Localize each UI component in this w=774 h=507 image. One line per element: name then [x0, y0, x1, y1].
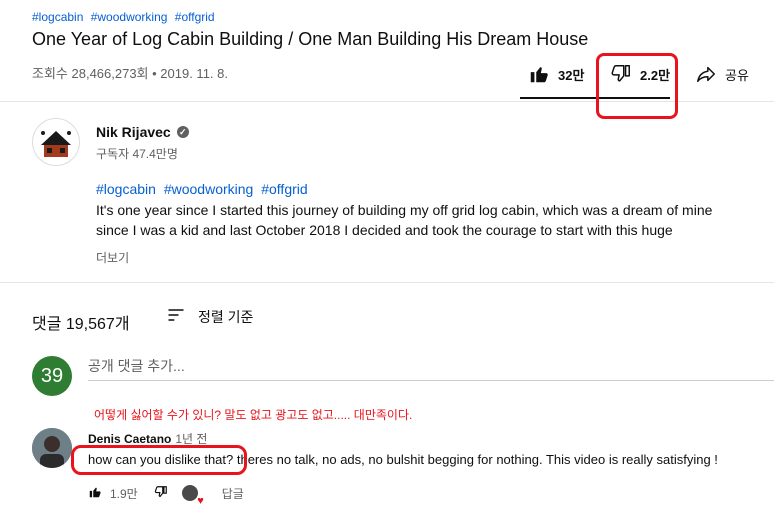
sort-button[interactable]: 정렬 기준 — [166, 305, 253, 328]
video-tag-link[interactable]: #logcabin — [32, 10, 83, 24]
description-tags: #logcabin #woodworking #offgrid — [96, 181, 312, 197]
comment-like-count: 1.9만 — [110, 486, 138, 501]
divider — [0, 282, 774, 283]
reply-button[interactable]: 답글 — [222, 485, 244, 502]
video-tag-link[interactable]: #woodworking — [91, 10, 168, 24]
highlight-box-dislike — [596, 53, 678, 119]
comment-actions: 1.9만 ♥ 답글 — [88, 483, 288, 507]
description-tag-link[interactable]: #logcabin — [96, 181, 156, 197]
thumbs-up-icon — [528, 63, 550, 85]
sort-label: 정렬 기준 — [198, 308, 254, 325]
highlight-box-comment — [71, 445, 247, 475]
like-button[interactable]: 32만 — [528, 56, 584, 92]
channel-name[interactable]: Nik Rijavec — [96, 124, 171, 140]
comment-author[interactable]: Denis Caetano — [88, 432, 171, 446]
description-tag-link[interactable]: #woodworking — [164, 181, 254, 197]
verified-check-icon: ✓ — [176, 126, 189, 138]
annotation-text: 어떻게 싫어할 수가 있니? 말도 없고 광고도 없고..... 대만족이다. — [94, 408, 413, 422]
video-title: One Year of Log Cabin Building / One Man… — [32, 29, 589, 49]
creator-heart-badge: ♥ — [181, 485, 204, 507]
subscriber-count: 구독자 47.4만명 — [96, 147, 178, 161]
share-icon — [695, 63, 717, 85]
video-tags: #logcabin #woodworking #offgrid — [32, 10, 219, 24]
show-more-button[interactable]: 더보기 — [96, 249, 129, 266]
input-underline — [88, 380, 774, 381]
comment-author-avatar[interactable] — [32, 428, 72, 468]
comment-time[interactable]: 1년 전 — [175, 432, 207, 446]
thumbs-up-icon — [89, 487, 101, 497]
share-label: 공유 — [725, 67, 749, 83]
description-text: It's one year since I started this journ… — [96, 202, 713, 238]
channel-name-row: Nik Rijavec ✓ — [96, 124, 189, 140]
video-meta: 조회수 28,466,273회 • 2019. 11. 8. — [32, 66, 228, 81]
like-count: 32만 — [558, 67, 585, 83]
share-button[interactable]: 공유 — [695, 56, 749, 92]
add-comment-input[interactable]: 공개 댓글 추가... — [88, 356, 185, 376]
heart-icon: ♥ — [197, 495, 204, 507]
sort-icon — [166, 305, 186, 328]
video-tag-link[interactable]: #offgrid — [175, 10, 215, 24]
comment-count: 댓글 19,567개 — [32, 316, 130, 333]
comment-dislike-button[interactable] — [154, 485, 168, 502]
user-avatar: 39 — [32, 356, 72, 396]
description-tag-link[interactable]: #offgrid — [261, 181, 307, 197]
thumbs-down-icon — [154, 485, 167, 497]
channel-avatar[interactable] — [32, 118, 80, 166]
comment-like-button[interactable] — [88, 485, 102, 502]
